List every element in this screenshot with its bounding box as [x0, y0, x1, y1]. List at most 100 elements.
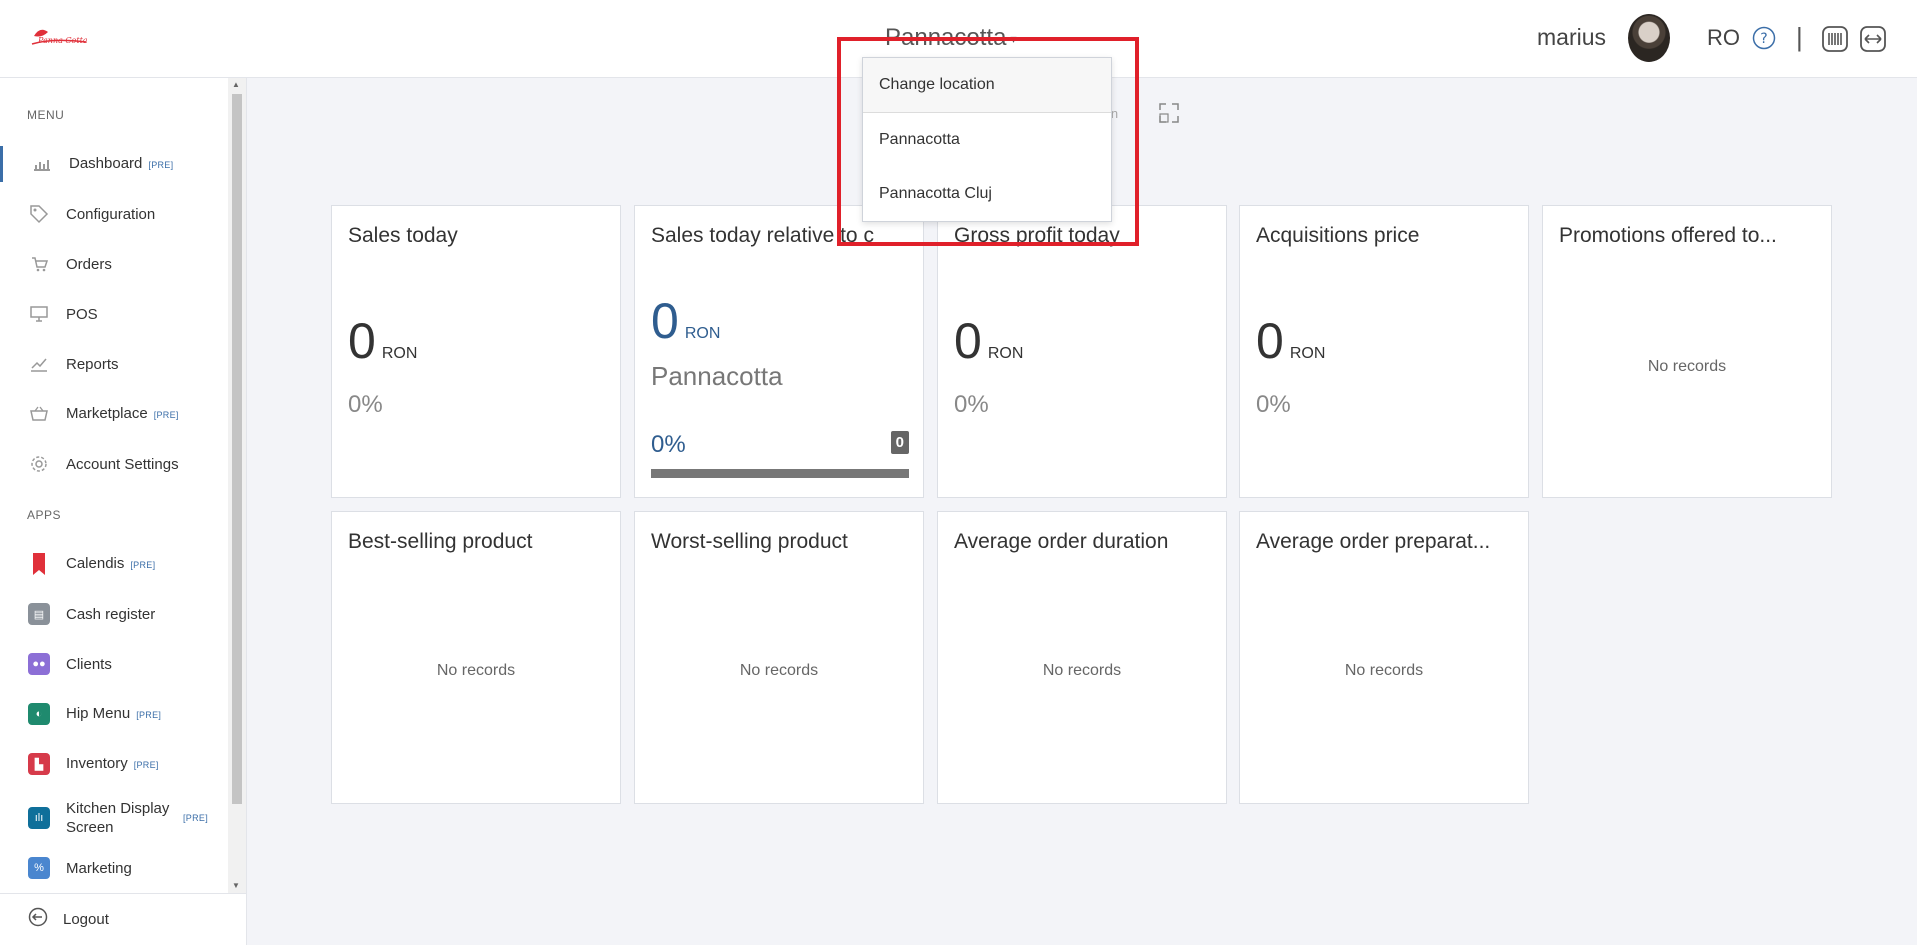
card-value: 0 RON: [954, 313, 1024, 369]
card-percent: 0%: [651, 431, 686, 458]
barcode-icon[interactable]: [1822, 26, 1848, 52]
location-option-pannacotta[interactable]: Pannacotta: [863, 113, 1111, 167]
card-title: Sales today: [348, 224, 458, 247]
header-divider: |: [1796, 22, 1803, 52]
card-acquisitions-price[interactable]: Acquisitions price 0 RON 0%: [1239, 205, 1529, 498]
card-avg-order-preparation[interactable]: Average order preparat... No records: [1239, 511, 1529, 804]
pre-badge: [PRE]: [148, 159, 174, 170]
sidebar-item-label: Calendis: [66, 554, 125, 572]
sidebar-item-label: Cash register: [66, 605, 156, 623]
sidebar-item-account-settings[interactable]: Account Settings: [0, 446, 229, 482]
card-sales-relative[interactable]: Sales today relative to c 0 RON Pannacott…: [634, 205, 924, 498]
chart-icon: [31, 153, 53, 175]
remote-support-icon[interactable]: [1860, 26, 1886, 52]
card-title: Sales today relative to c: [651, 224, 874, 247]
sidebar-item-label: Kitchen Display Screen: [66, 800, 170, 836]
card-title: Average order duration: [954, 530, 1169, 553]
no-records-text: No records: [436, 662, 516, 679]
logout-icon: [28, 907, 48, 932]
cart-icon: [28, 253, 50, 275]
location-option-pannacotta-cluj[interactable]: Pannacotta Cluj: [863, 167, 1111, 221]
no-records-text: No records: [1042, 662, 1122, 679]
fullscreen-icon[interactable]: [1158, 102, 1179, 123]
sidebar-item-orders[interactable]: Orders: [0, 246, 229, 282]
tag-icon: [28, 203, 50, 225]
sidebar-item-label: Marketplace: [66, 404, 148, 422]
sidebar-item-clients[interactable]: ●● Clients: [0, 646, 229, 682]
logout-button[interactable]: Logout: [0, 893, 247, 945]
register-icon: ▤: [28, 603, 50, 625]
location-selector[interactable]: Pannacotta ▾: [885, 24, 1016, 52]
sidebar: ▲ ▼ MENU Dashboard [PRE] Configuration Or…: [0, 78, 247, 945]
sidebar-item-label: Account Settings: [66, 455, 179, 473]
sidebar-item-label: POS: [66, 305, 98, 323]
change-location-header: Change location: [863, 58, 1111, 113]
help-icon[interactable]: ?: [1752, 26, 1776, 50]
apps-section-label: APPS: [27, 508, 62, 522]
currency-unit: RON: [1289, 345, 1326, 362]
svg-text:?: ?: [1760, 31, 1767, 47]
language-selector[interactable]: RO: [1707, 25, 1740, 51]
sidebar-item-calendis[interactable]: Calendis [PRE]: [0, 546, 229, 582]
users-icon: ●●: [28, 653, 50, 675]
sidebar-item-label: Reports: [66, 355, 119, 373]
scrollbar-thumb[interactable]: [232, 94, 242, 804]
card-avg-order-duration[interactable]: Average order duration No records: [937, 511, 1227, 804]
location-dropdown: Change location Pannacotta Pannacotta Cl…: [862, 57, 1112, 222]
sidebar-item-dashboard[interactable]: Dashboard [PRE]: [0, 146, 229, 182]
svg-text:Panna Cotta: Panna Cotta: [37, 36, 88, 45]
card-percent: 0%: [1256, 391, 1291, 418]
sidebar-item-reports[interactable]: Reports: [0, 346, 229, 382]
card-worst-selling[interactable]: Worst-selling product No records: [634, 511, 924, 804]
card-location: Pannacotta: [651, 361, 783, 391]
hipmenu-icon: ◐: [28, 703, 50, 725]
inventory-icon: ▙: [28, 753, 50, 775]
sidebar-item-marketplace[interactable]: Marketplace [PRE]: [0, 396, 229, 432]
sidebar-item-cash-register[interactable]: ▤ Cash register: [0, 596, 229, 632]
sidebar-item-configuration[interactable]: Configuration: [0, 196, 229, 232]
sidebar-item-pos[interactable]: POS: [0, 296, 229, 332]
scroll-down-icon[interactable]: ▼: [232, 881, 240, 890]
sidebar-scrollbar[interactable]: ▲ ▼: [228, 78, 246, 893]
user-name[interactable]: marius: [1537, 24, 1606, 51]
sidebar-item-label: Dashboard: [69, 154, 143, 172]
card-title: Acquisitions price: [1256, 224, 1420, 247]
currency-unit: RON: [987, 345, 1024, 362]
sidebar-item-label: Inventory: [66, 754, 128, 772]
card-sales-today[interactable]: Sales today 0 RON 0%: [331, 205, 621, 498]
card-value: 0 RON: [348, 313, 418, 369]
card-title: Best-selling product: [348, 530, 533, 553]
sidebar-item-label: Orders: [66, 255, 112, 273]
sidebar-item-inventory[interactable]: ▙ Inventory [PRE]: [0, 746, 229, 782]
card-percent: 0%: [954, 391, 989, 418]
sidebar-item-kitchen-display[interactable]: ılı Kitchen Display Screen [PRE]: [0, 796, 229, 840]
basket-icon: [28, 403, 50, 425]
card-title: Gross profit today: [954, 224, 1120, 247]
scroll-up-icon[interactable]: ▲: [232, 80, 240, 89]
card-best-selling[interactable]: Best-selling product No records: [331, 511, 621, 804]
no-records-text: No records: [1344, 662, 1424, 679]
card-promotions[interactable]: Promotions offered to... No records: [1542, 205, 1832, 498]
card-gross-profit[interactable]: Gross profit today 0 RON 0%: [937, 205, 1227, 498]
card-title: Promotions offered to...: [1559, 224, 1777, 247]
sidebar-item-label: Configuration: [66, 205, 156, 223]
currency-unit: RON: [381, 345, 418, 362]
sidebar-item-marketing[interactable]: % Marketing: [0, 850, 229, 886]
no-records-text: No records: [1647, 358, 1727, 375]
card-title: Average order preparat...: [1256, 530, 1491, 553]
bookmark-icon: [28, 553, 50, 575]
monitor-icon: [28, 303, 50, 325]
pre-badge: [PRE]: [153, 409, 179, 420]
percent-icon: %: [28, 857, 50, 879]
reports-icon: [28, 353, 50, 375]
sidebar-item-hip-menu[interactable]: ◐ Hip Menu [PRE]: [0, 696, 229, 732]
card-value: 0 RON: [651, 293, 721, 349]
logout-label: Logout: [63, 911, 109, 928]
brand-logo[interactable]: Panna Cotta: [28, 22, 90, 52]
gear-icon: [28, 453, 50, 475]
avatar[interactable]: [1628, 14, 1670, 62]
pre-badge: [PRE]: [130, 559, 156, 570]
sidebar-item-label: Marketing: [66, 859, 132, 877]
no-records-text: No records: [739, 662, 819, 679]
location-title: Pannacotta: [885, 24, 1007, 51]
